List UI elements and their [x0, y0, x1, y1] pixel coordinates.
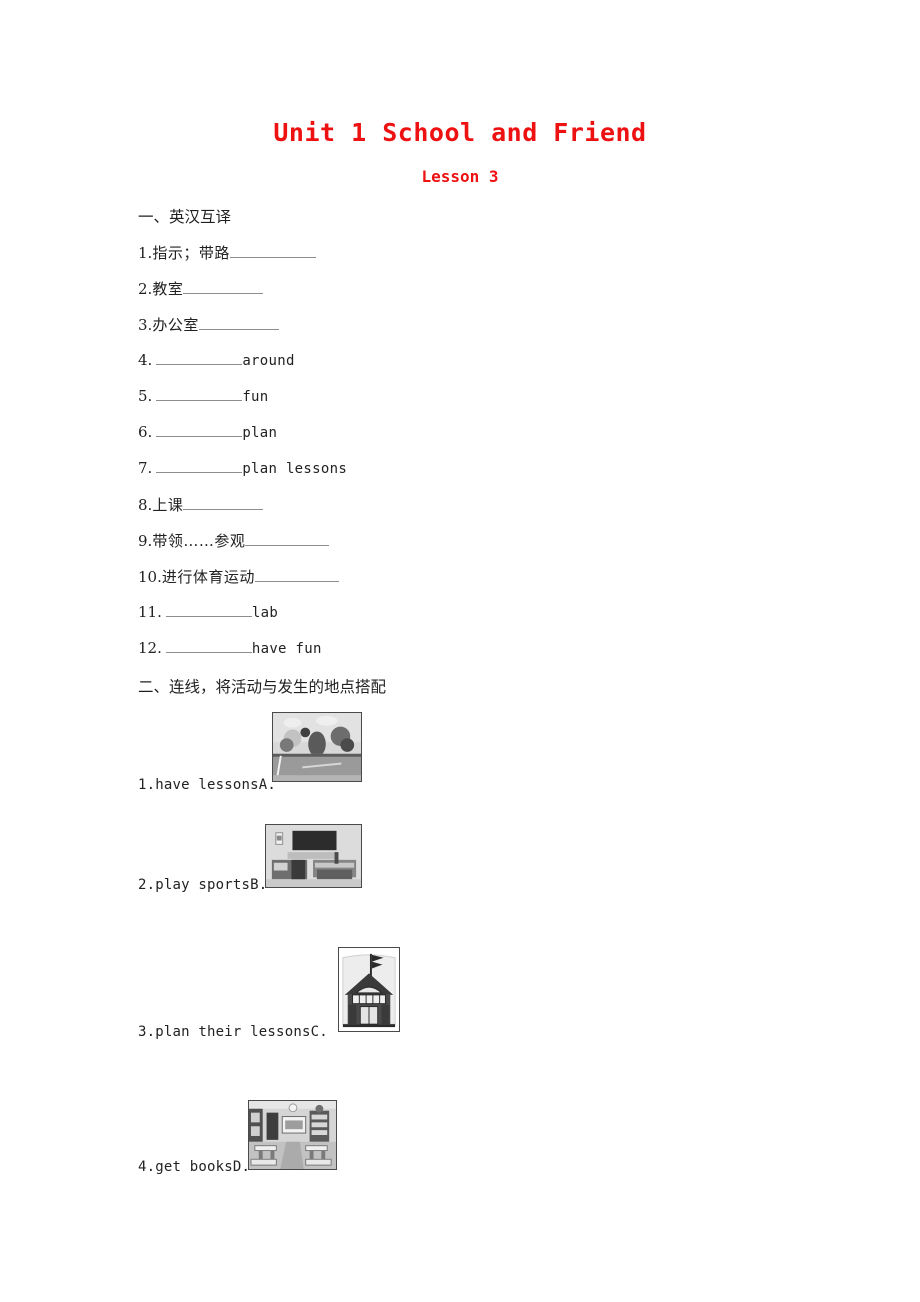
answer-blank[interactable]: [198, 315, 279, 330]
item-number: 12.: [138, 639, 162, 658]
item-number: 3.: [138, 316, 153, 334]
item-number: 7.: [138, 459, 153, 478]
school-building-drawing: [338, 947, 400, 1032]
item-english: fun: [242, 389, 269, 406]
translation-item-10: 10. 进行体育运动: [138, 566, 339, 587]
answer-blank[interactable]: [245, 531, 330, 546]
section-two-heading: 二、连线，将活动与发生的地点搭配: [138, 678, 387, 696]
item-chinese: 带领……参观: [152, 532, 246, 550]
item-chinese: 教室: [152, 280, 184, 298]
translation-item-9: 9. 带领……参观: [138, 530, 330, 551]
match-item-4-label: 4.get booksD.: [138, 1159, 251, 1175]
translation-item-12: 12. have fun: [138, 638, 322, 657]
item-number: 10.: [138, 568, 162, 586]
classroom-interior-photo: [248, 1100, 337, 1170]
translation-item-8: 8. 上课: [138, 494, 264, 515]
answer-blank[interactable]: [156, 386, 243, 402]
translation-item-11: 11. lab: [138, 602, 278, 621]
answer-blank[interactable]: [156, 350, 243, 366]
translation-item-1: 1. 指示；带路: [138, 242, 316, 263]
item-english: plan: [242, 425, 278, 442]
answer-blank[interactable]: [183, 279, 264, 294]
answer-blank[interactable]: [254, 567, 339, 582]
item-number: 5.: [138, 387, 153, 406]
item-number: 4.: [138, 351, 153, 370]
match-item-2-label: 2.play sportsB.: [138, 877, 268, 893]
item-english: lab: [251, 605, 279, 622]
translation-item-4: 4. around: [138, 350, 295, 369]
classroom-front-photo: [265, 824, 362, 888]
page-title: Unit 1 School and Friend: [273, 118, 647, 147]
match-item-1-label: 1.have lessonsA.: [138, 777, 277, 793]
item-english: have fun: [251, 641, 322, 658]
answer-blank[interactable]: [229, 243, 316, 258]
item-chinese: 进行体育运动: [161, 568, 255, 586]
worksheet-page: Unit 1 School and Friend Lesson 3 一、英汉互译…: [0, 0, 920, 1302]
item-number: 6.: [138, 423, 153, 442]
translation-item-2: 2. 教室: [138, 278, 264, 299]
item-number: 2.: [138, 280, 153, 298]
item-chinese: 指示；带路: [152, 244, 230, 262]
answer-blank[interactable]: [183, 495, 264, 510]
match-item-3-label: 3.plan their lessonsC.: [138, 1024, 328, 1040]
section-one-heading: 一、英汉互译: [138, 208, 232, 226]
answer-blank[interactable]: [165, 638, 252, 654]
translation-item-7: 7. plan lessons: [138, 458, 347, 477]
translation-item-5: 5. fun: [138, 386, 269, 405]
answer-blank[interactable]: [165, 602, 252, 618]
translation-item-6: 6. plan: [138, 422, 277, 441]
item-number: 9.: [138, 532, 153, 550]
translation-item-3: 3. 办公室: [138, 314, 279, 335]
item-english: around: [242, 353, 295, 370]
page-subtitle: Lesson 3: [421, 167, 499, 186]
item-chinese: 上课: [152, 496, 184, 514]
item-number: 11.: [138, 603, 162, 622]
item-number: 1.: [138, 244, 153, 262]
item-english: plan lessons: [242, 461, 348, 478]
answer-blank[interactable]: [156, 422, 243, 438]
item-number: 8.: [138, 496, 153, 514]
sports-field-photo: [272, 712, 362, 782]
item-chinese: 办公室: [152, 316, 199, 334]
answer-blank[interactable]: [156, 458, 243, 474]
